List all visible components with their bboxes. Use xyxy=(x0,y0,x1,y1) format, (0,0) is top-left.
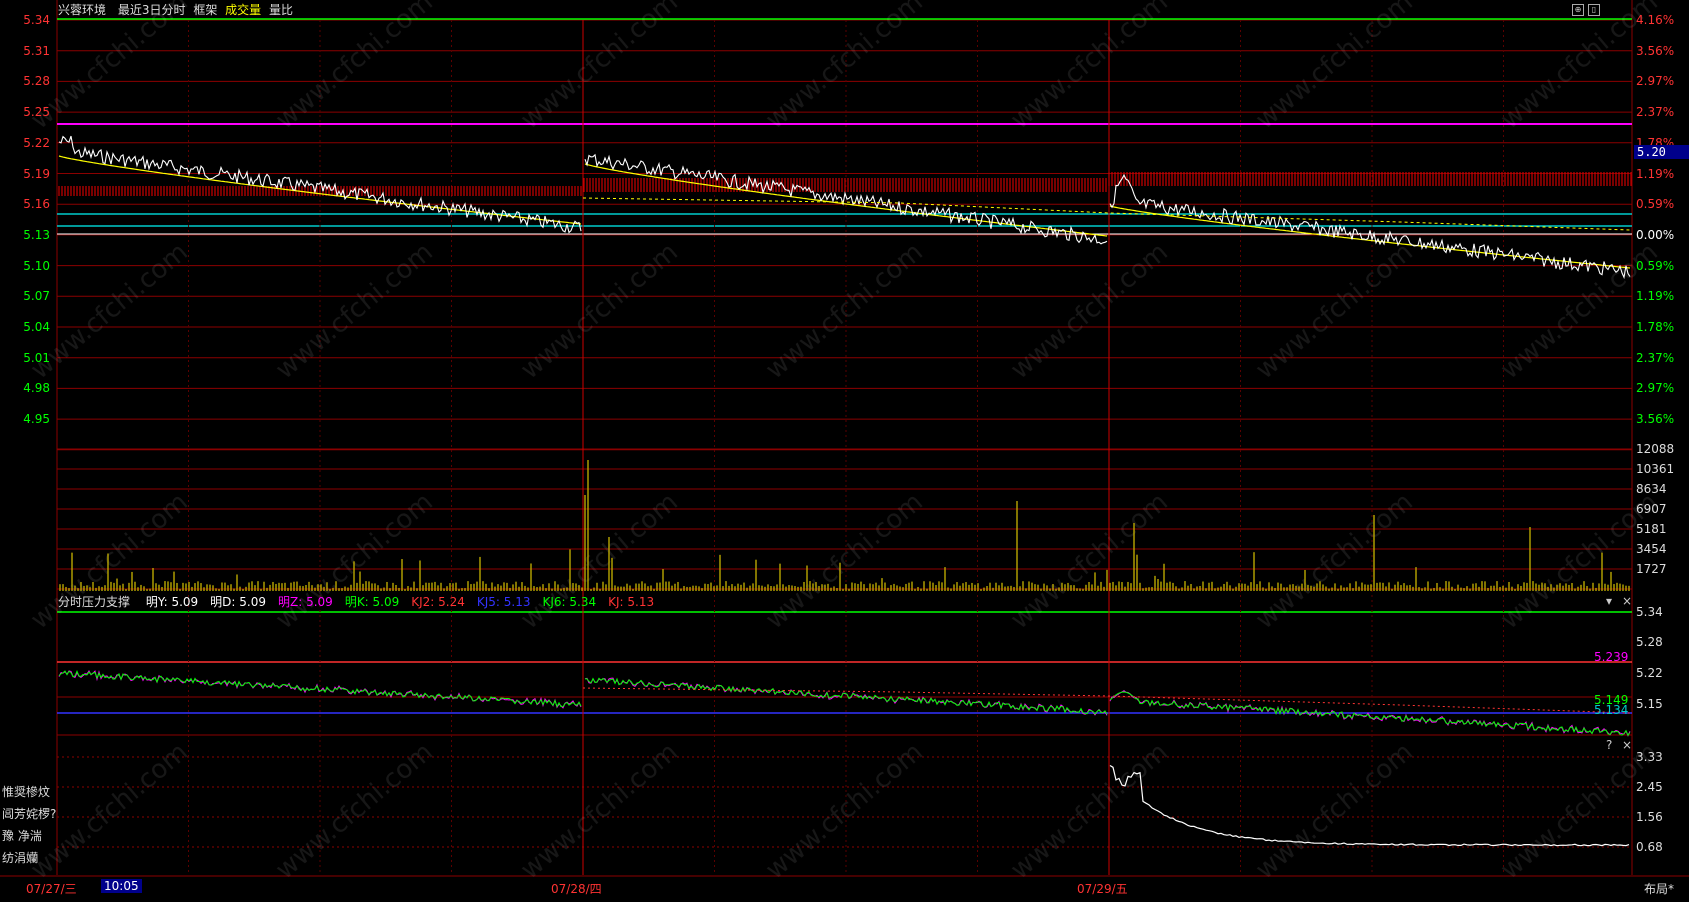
bottom-tick-label: 0.68 xyxy=(1636,840,1663,854)
price-tick-label: 5.19 xyxy=(23,166,50,181)
price-tick-label: 5.10 xyxy=(23,258,50,273)
watermark-text: www.cfchi.com xyxy=(270,237,439,385)
side-label: 阊芳姹椤?( xyxy=(2,807,56,821)
time-label-day2: 07/28/四 xyxy=(551,882,602,896)
volume-tick-label: 10361 xyxy=(1636,462,1675,476)
side-label: 纺涓孏 xyxy=(2,851,39,865)
price-tick-label: 5.28 xyxy=(23,74,50,89)
watermark-text: www.cfchi.com xyxy=(25,237,194,385)
price-tick-label: 5.31 xyxy=(23,43,50,58)
volume-tick-label: 1727 xyxy=(1636,562,1667,576)
current-price-tag: 5.20 xyxy=(1634,145,1689,159)
time-label-day1: 07/27/三 xyxy=(26,882,77,896)
watermark-text: www.cfchi.com xyxy=(1250,237,1419,385)
bottom-tick-label: 2.45 xyxy=(1636,780,1663,794)
bottom-help-icon[interactable]: ? xyxy=(1606,738,1612,752)
indicator-header: 分时压力支撑 明Y: 5.09 明D: 5.09 明Z: 5.09 明K: 5.09 K… xyxy=(58,595,666,609)
indicator-value: KJ6: 5.34 xyxy=(542,595,597,609)
watermark-text: www.cfchi.com xyxy=(760,237,929,385)
indicator-value: 明D: 5.09 xyxy=(210,595,266,609)
percent-tick-label: 0.00% xyxy=(1636,227,1675,242)
indicator-level-label: 5.134 xyxy=(1594,703,1629,717)
volume-label[interactable]: 成交量 xyxy=(225,3,261,17)
indicator-tick-label: 5.15 xyxy=(1636,697,1663,711)
indicator-values: 明Y: 5.09 明D: 5.09 明Z: 5.09 明K: 5.09 KJ2: 5.2… xyxy=(140,595,660,609)
volume-tick-label: 8634 xyxy=(1636,482,1667,496)
watermark-layer: www.cfchi.com www.cfchi.com www.cfchi.com w… xyxy=(25,0,1664,885)
bottom-tick-label: 3.33 xyxy=(1636,750,1663,764)
intraday-chart-canvas[interactable]: www.cfchi.com www.cfchi.com www.cfchi.com w… xyxy=(0,0,1689,902)
percent-tick-label: 1.78% xyxy=(1636,320,1675,334)
side-label: 豫 净湍 xyxy=(2,829,42,843)
ratio-label[interactable]: 量比 xyxy=(269,3,293,17)
percent-tick-label: 0.59% xyxy=(1636,258,1675,273)
watermark-text: www.cfchi.com xyxy=(760,737,929,885)
restore-icon[interactable]: ▯ xyxy=(1588,4,1600,16)
expand-icon[interactable]: ⊕ xyxy=(1572,4,1584,16)
percent-tick-label: 3.56% xyxy=(1636,43,1675,58)
volume-tick-label: 6907 xyxy=(1636,502,1667,516)
watermark-text: www.cfchi.com xyxy=(515,237,684,385)
percent-tick-label: 4.16% xyxy=(1636,13,1675,27)
percent-tick-label: 2.37% xyxy=(1636,105,1675,120)
time-label-day3: 07/29/五 xyxy=(1077,882,1128,896)
frame-label[interactable]: 框架 xyxy=(193,3,217,17)
indicator-level-label: 5.239 xyxy=(1594,650,1629,664)
cursor-time: 10:05 xyxy=(101,879,142,893)
price-tick-label: 5.34 xyxy=(23,13,50,27)
percent-tick-label: 1.19% xyxy=(1636,289,1675,304)
indicator-dropdown-icon[interactable]: ▾ xyxy=(1606,594,1612,608)
indicator-value: 明Y: 5.09 xyxy=(145,595,199,609)
indicator-tick-label: 5.28 xyxy=(1636,635,1663,649)
price-tick-label: 5.01 xyxy=(23,350,50,365)
price-tick-label: 5.25 xyxy=(23,105,50,120)
watermark-text: www.cfchi.com xyxy=(1005,237,1174,385)
grid-layer xyxy=(0,0,1689,877)
indicator-value: 明Z: 5.09 xyxy=(278,595,333,609)
indicator-name[interactable]: 分时压力支撑 xyxy=(58,595,130,609)
watermark-text: www.cfchi.com xyxy=(270,737,439,885)
indicator-lines-layer xyxy=(58,670,1631,737)
indicator-tick-label: 5.34 xyxy=(1636,605,1663,619)
percent-tick-label: 0.59% xyxy=(1636,197,1675,212)
percent-tick-label: 2.97% xyxy=(1636,74,1675,89)
price-tick-label: 5.22 xyxy=(23,135,50,150)
watermark-text: www.cfchi.com xyxy=(1250,737,1419,885)
bottom-tick-label: 1.56 xyxy=(1636,810,1663,824)
percent-tick-label: 2.37% xyxy=(1636,350,1675,365)
price-tick-label: 5.16 xyxy=(23,197,50,212)
percent-tick-label: 2.97% xyxy=(1636,381,1675,396)
price-tick-label: 4.95 xyxy=(23,412,50,427)
chart-header: 兴蓉环境 最近3日分时 框架 成交量 量比 xyxy=(58,2,301,18)
bottom-close-icon[interactable]: × xyxy=(1622,738,1632,752)
avg-price-line xyxy=(1109,205,1631,269)
price-tick-label: 4.98 xyxy=(23,381,50,396)
watermark-text: www.cfchi.com xyxy=(515,737,684,885)
volume-tick-label: 12088 xyxy=(1636,442,1675,456)
indicator-tick-label: 5.22 xyxy=(1636,666,1663,680)
indicator-close-icon[interactable]: × xyxy=(1622,594,1632,608)
indicator-value: KJ2: 5.24 xyxy=(411,595,465,609)
price-tick-label: 5.04 xyxy=(23,320,50,334)
stock-name: 兴蓉环境 xyxy=(58,3,107,17)
indicator-value: KJ: 5.13 xyxy=(608,595,655,609)
layout-button[interactable]: 布局* xyxy=(1644,880,1674,897)
price-tick-label: 5.13 xyxy=(23,227,50,242)
watermark-text: www.cfchi.com xyxy=(1005,737,1174,885)
indicator-value: 明K: 5.09 xyxy=(344,595,400,609)
indicator-value: KJ5: 5.13 xyxy=(476,595,531,609)
period-label[interactable]: 最近3日分时 xyxy=(118,3,186,17)
percent-tick-label: 1.19% xyxy=(1636,166,1675,181)
percent-tick-label: 3.56% xyxy=(1636,412,1675,427)
volume-tick-label: 5181 xyxy=(1636,522,1667,536)
side-label: 惟奨槮炆 xyxy=(2,785,51,799)
price-tick-label: 5.07 xyxy=(23,289,50,304)
volume-tick-label: 3454 xyxy=(1636,542,1667,556)
